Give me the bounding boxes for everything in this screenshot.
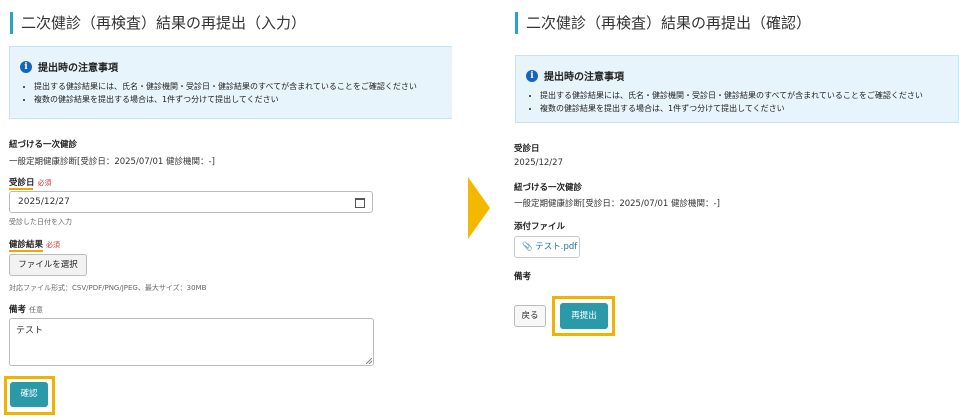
- notice-item: 提出する健診結果には、氏名・健診機関・受診日・健診結果のすべてが含まれていること…: [34, 80, 417, 93]
- exam-date-value: 2025/12/27: [514, 158, 563, 168]
- notice-list: 提出する健診結果には、氏名・健診機関・受診日・健診結果のすべてが含まれていること…: [528, 89, 923, 115]
- notice-item: 提出する健診結果には、氏名・健診機関・受診日・健診結果のすべてが含まれていること…: [540, 89, 923, 102]
- paperclip-icon: 📎: [522, 242, 533, 252]
- info-icon: i: [526, 69, 538, 82]
- result-label-text: 健診結果: [9, 240, 44, 250]
- remarks-label: 備考: [514, 272, 532, 282]
- required-badge: 必須: [37, 179, 52, 187]
- notice-box: i 提出時の注意事項 提出する健診結果には、氏名・健診機関・受診日・健診結果のす…: [9, 46, 452, 119]
- label-underline: [9, 250, 43, 252]
- exam-date-label: 受診日 必須: [9, 176, 52, 188]
- label-underline: [9, 188, 33, 190]
- notice-heading: i 提出時の注意事項: [526, 68, 624, 83]
- info-icon: i: [20, 60, 32, 73]
- confirm-button[interactable]: 確認: [10, 382, 48, 407]
- page-title: 二次健診（再検査）結果の再提出（確認）: [515, 12, 811, 34]
- linked-exam-value: 一般定期健康診断[受診日：2025/07/01 健診機関：-]: [9, 157, 215, 167]
- resize-handle-icon[interactable]: [366, 358, 372, 364]
- remarks-label-text: 備考: [9, 305, 27, 315]
- attachment-filename: テスト.pdf: [535, 242, 578, 252]
- exam-date-hint: 受診した日付を入力: [9, 218, 72, 226]
- linked-exam-value: 一般定期健康診断[受診日：2025/07/01 健診機関：-]: [514, 199, 720, 209]
- notice-heading-text: 提出時の注意事項: [544, 72, 624, 83]
- exam-date-label: 受診日: [514, 144, 540, 154]
- choose-file-button[interactable]: ファイルを選択: [9, 254, 87, 276]
- result-label: 健診結果 必須: [9, 238, 60, 250]
- input-page-panel: 二次健診（再検査）結果の再提出（入力） i 提出時の注意事項 提出する健診結果に…: [0, 0, 452, 417]
- notice-item: 複数の健診結果を提出する場合は、1件ずつ分けて提出してください: [540, 102, 923, 115]
- notice-list: 提出する健診結果には、氏名・健診機関・受診日・健診結果のすべてが含まれていること…: [22, 80, 417, 106]
- required-badge: 必須: [46, 241, 61, 249]
- page-title: 二次健診（再検査）結果の再提出（入力）: [10, 12, 306, 34]
- exam-date-input[interactable]: 2025/12/27: [9, 191, 373, 213]
- file-format-hint: 対応ファイル形式：CSV/PDF/PNG/JPEG、最大サイズ：30MB: [9, 284, 207, 292]
- resubmit-button[interactable]: 再提出: [560, 303, 608, 329]
- exam-date-label-text: 受診日: [9, 178, 35, 188]
- attachment-link[interactable]: 📎 テスト.pdf: [514, 236, 580, 258]
- next-step-arrow-icon: [468, 177, 490, 239]
- remarks-value: テスト: [16, 326, 44, 336]
- confirm-page-panel: 二次健診（再検査）結果の再提出（確認） i 提出時の注意事項 提出する健診結果に…: [505, 0, 959, 417]
- remarks-label: 備考 任意: [9, 303, 43, 315]
- notice-box: i 提出時の注意事項 提出する健診結果には、氏名・健診機関・受診日・健診結果のす…: [515, 55, 959, 123]
- exam-date-input-value: 2025/12/27: [18, 197, 70, 207]
- notice-heading-text: 提出時の注意事項: [38, 63, 118, 74]
- notice-item: 複数の健診結果を提出する場合は、1件ずつ分けて提出してください: [34, 93, 417, 106]
- attachment-label: 添付ファイル: [514, 222, 566, 232]
- optional-badge: 任意: [29, 306, 44, 314]
- notice-heading: i 提出時の注意事項: [20, 59, 118, 74]
- calendar-icon[interactable]: [355, 198, 365, 208]
- back-button[interactable]: 戻る: [514, 305, 546, 327]
- linked-exam-label: 紐づける一次健診: [514, 183, 583, 193]
- linked-exam-label: 紐づける一次健診: [9, 140, 78, 150]
- remarks-textarea[interactable]: テスト: [9, 318, 374, 366]
